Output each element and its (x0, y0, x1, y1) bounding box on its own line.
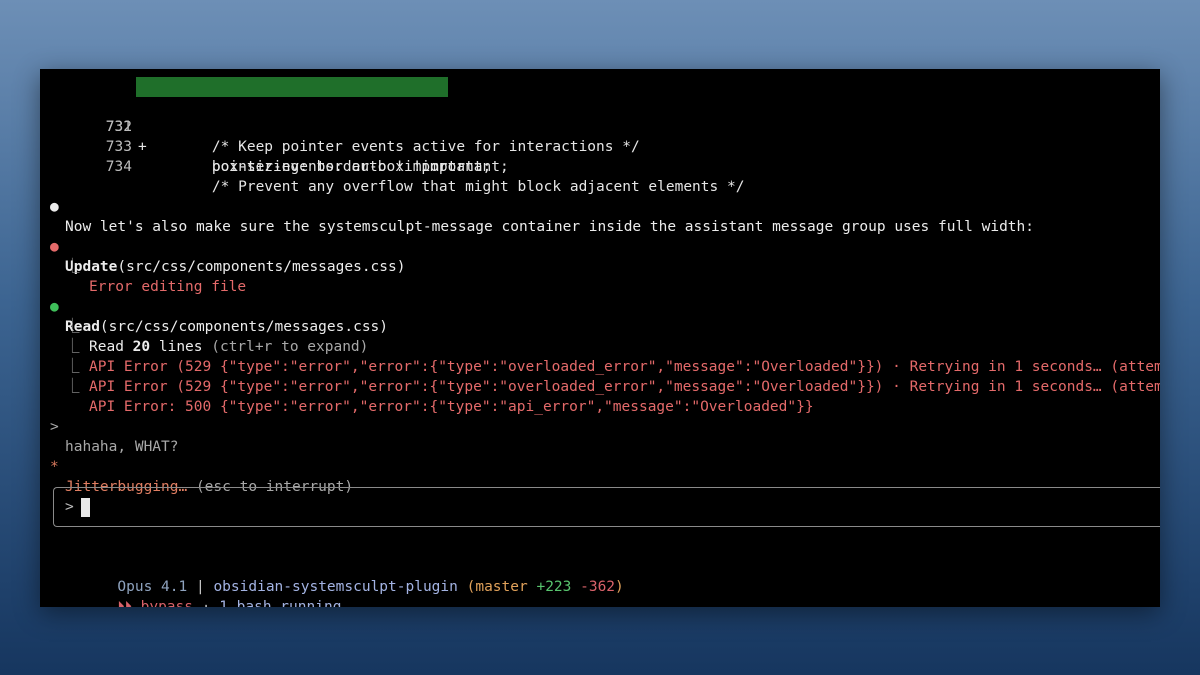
api-error-text: API Error (529 {"type":"error","error":{… (89, 379, 1160, 395)
tool-call-update: ● Update(src/css/components/messages.css… (40, 217, 1160, 275)
assistant-message: ● Now let's also make sure the systemscu… (40, 177, 1160, 235)
terminal-window: 731 + box-sizing: border-box !important;… (40, 69, 1160, 607)
background-jobs[interactable]: 1 bash running (219, 599, 341, 607)
thinking-status: * Jitterbugging… (esc to interrupt) (40, 437, 1160, 495)
prompt-icon: > (50, 419, 59, 435)
git-branch: master (475, 579, 528, 595)
api-error-line: ⎿ API Error (529 {"type":"error","error"… (40, 337, 1160, 395)
lines-added: +223 (527, 579, 572, 595)
branch-icon: ⎿ (65, 259, 80, 275)
tool-result: ⎿ Error editing file (40, 237, 1160, 295)
tool-result: ⎿ Read 20 lines (ctrl+r to expand) (65, 319, 369, 355)
tool-call-read: ● Read(src/css/components/messages.css) (40, 277, 1160, 335)
line-number: 734 (105, 159, 132, 175)
fast-forward-icon: ⏵⏵ (117, 599, 132, 607)
diff-line: 732 /* Keep pointer events active for in… (40, 97, 1160, 155)
spinner-icon: * (50, 459, 59, 475)
api-error-line: ⎿ API Error: 500 {"type":"error","error"… (40, 357, 1160, 415)
diff-line: 733 pointer-events: auto !important; (40, 117, 1160, 175)
diff-line: 731 + box-sizing: border-box !important; (40, 77, 1160, 175)
mode-label[interactable]: bypass (132, 599, 193, 607)
diff-line: 734 /* Prevent any overflow that might b… (40, 137, 1160, 195)
prompt-input[interactable]: > (53, 487, 1160, 527)
status-bar: Opus 4.1 | obsidian-systemsculpt-plugin … (117, 579, 624, 595)
input-prompt-icon: > (65, 499, 74, 515)
api-error-line: ⎿ API Error (529 {"type":"error","error"… (40, 317, 1160, 375)
added-line-highlight (136, 77, 448, 97)
bullet-icon: ● (50, 199, 59, 215)
user-message: > hahaha, WHAT? (40, 397, 1160, 455)
branch-icon: ⎿ (65, 379, 80, 395)
tool-args: (src/css/components/messages.css) (117, 259, 406, 275)
lines-removed: -362 (571, 579, 616, 595)
diff-code: pointer-events: auto !important; (177, 159, 492, 175)
mode-bar: ⏵⏵ bypass · 1 bash running (40, 557, 1160, 607)
text-cursor (81, 498, 90, 517)
